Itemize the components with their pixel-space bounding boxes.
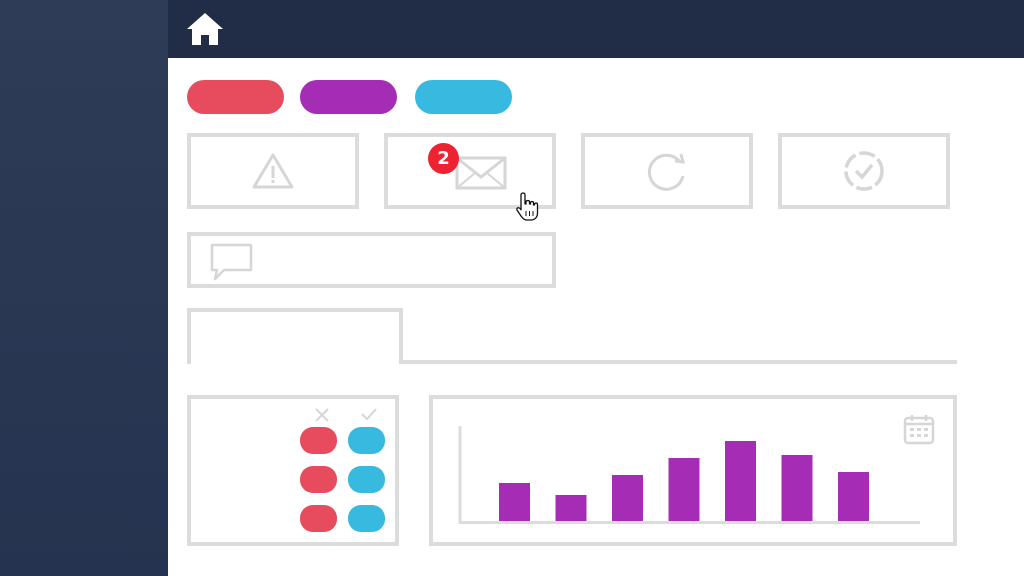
tab-active[interactable] [187, 308, 403, 364]
chart-panel [429, 395, 957, 546]
complete-card[interactable] [778, 133, 950, 209]
accept-toggle[interactable] [348, 427, 385, 454]
refresh-icon [647, 153, 685, 191]
check-circle-icon [844, 151, 884, 191]
home-button[interactable] [184, 10, 226, 48]
messages-card[interactable] [384, 133, 556, 209]
speech-bubble-icon [210, 243, 253, 281]
cyan-pill-button[interactable] [415, 80, 512, 114]
home-icon [187, 13, 223, 45]
bar-chart [458, 426, 920, 524]
chart-bar [781, 455, 813, 521]
mail-icon [455, 156, 507, 190]
accept-toggle[interactable] [348, 505, 385, 532]
approval-panel [187, 395, 399, 546]
comment-input[interactable] [187, 232, 556, 288]
red-pill-button[interactable] [187, 80, 284, 114]
chart-bar [612, 475, 643, 521]
reject-toggle[interactable] [300, 466, 337, 493]
reject-toggle[interactable] [300, 505, 337, 532]
sidebar [0, 0, 168, 576]
check-icon [361, 408, 377, 421]
refresh-card[interactable] [581, 133, 753, 209]
notification-badge: 2 [428, 143, 459, 174]
accept-toggle[interactable] [348, 466, 385, 493]
top-bar [168, 0, 1024, 58]
tab-divider [399, 360, 957, 364]
alert-card[interactable] [187, 133, 359, 209]
chart-bar [499, 483, 530, 521]
warning-icon [252, 153, 294, 189]
chart-bar [725, 441, 756, 521]
chart-bar [838, 472, 869, 521]
chart-bar [668, 458, 700, 521]
x-icon [315, 408, 329, 422]
reject-toggle[interactable] [300, 427, 337, 454]
purple-pill-button[interactable] [300, 80, 397, 114]
chart-bar [555, 495, 587, 521]
